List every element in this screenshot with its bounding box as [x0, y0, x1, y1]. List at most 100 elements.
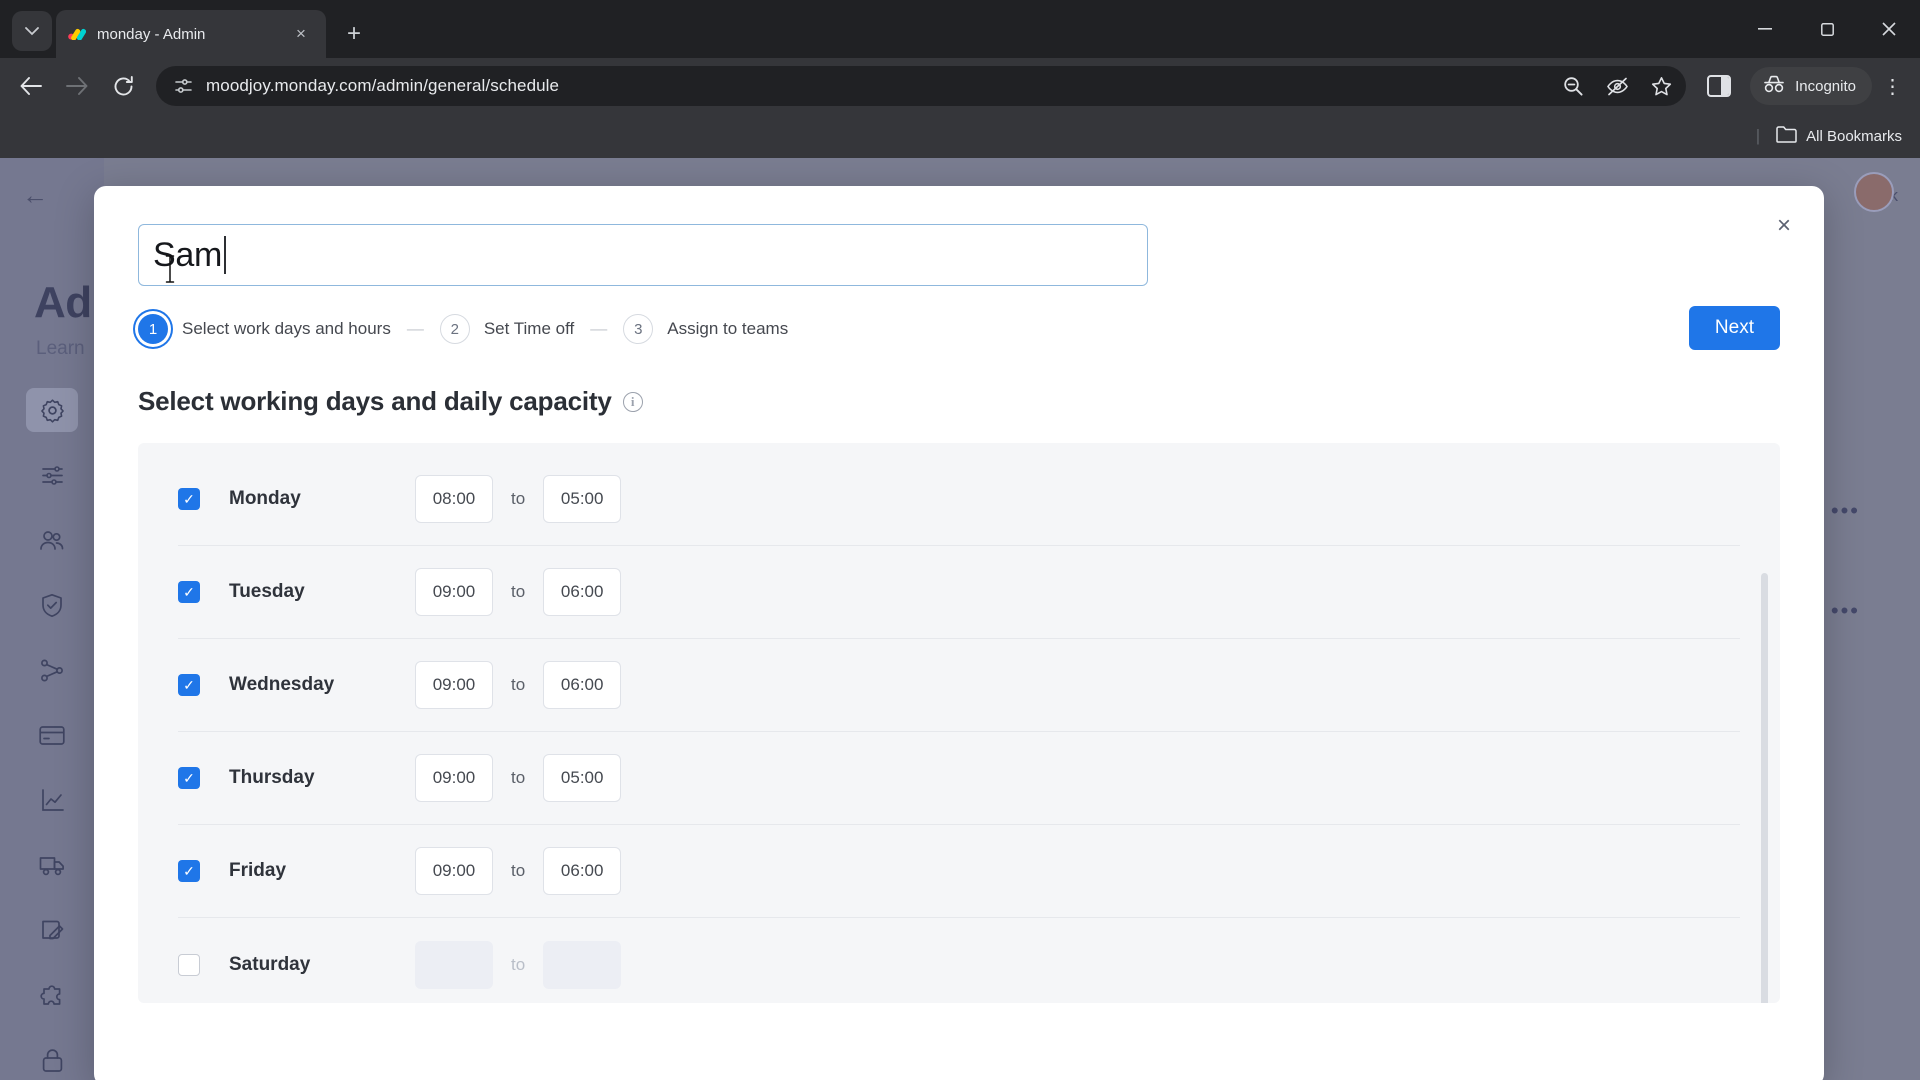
start-time-input[interactable]: 09:00	[415, 754, 493, 802]
step-label: Select work days and hours	[182, 319, 391, 338]
row-menu-icon[interactable]: •••	[1831, 498, 1860, 524]
step-label: Assign to teams	[667, 319, 789, 338]
info-icon[interactable]: i	[622, 391, 643, 412]
avatar[interactable]	[1854, 172, 1894, 212]
row-menu-icon[interactable]: •••	[1831, 598, 1860, 624]
incognito-icon	[1762, 75, 1786, 97]
wizard-step-2[interactable]: 2 Set Time off	[439, 314, 575, 344]
check-icon: ✓	[183, 677, 195, 693]
sidebar-item-lock[interactable]	[26, 1038, 78, 1080]
start-time-input[interactable]: 09:00	[415, 661, 493, 709]
browser-toolbar: moodjoy.monday.com/admin/general/schedul…	[0, 58, 1920, 114]
start-time-input[interactable]	[415, 940, 493, 989]
name-input-value: Sam	[153, 235, 223, 274]
sidebar-item-gear[interactable]	[26, 388, 78, 432]
sidebar-item-share-network[interactable]	[26, 648, 78, 692]
step-divider: —	[406, 319, 424, 338]
day-label: Monday	[229, 488, 301, 509]
sidebar-item-chart[interactable]	[26, 778, 78, 822]
browser-tab[interactable]: monday - Admin ×	[56, 10, 326, 58]
maximize-icon[interactable]	[1796, 0, 1858, 58]
new-tab-button[interactable]: +	[336, 16, 372, 52]
sidebar-item-shield[interactable]	[26, 583, 78, 627]
day-label: Thursday	[229, 767, 315, 788]
wizard-step-1[interactable]: 1 Select work days and hours	[138, 314, 391, 344]
sidebar-item-people[interactable]	[26, 518, 78, 562]
check-icon: ✓	[183, 584, 195, 600]
side-panel-icon[interactable]	[1698, 65, 1740, 107]
sidebar-item-document-edit[interactable]	[26, 908, 78, 952]
schedule-wizard-modal: × Sam 1 Select work days and hours — 2 S…	[94, 186, 1824, 1080]
page-viewport: ← Ad Learn ••• ••• × Sam 1 Select work d…	[0, 158, 1920, 1080]
sidebar-item-credit-card[interactable]	[26, 713, 78, 757]
step-number: 3	[623, 314, 654, 344]
side-panel-glyph	[1707, 75, 1732, 97]
tab-close-icon[interactable]: ×	[288, 21, 314, 47]
text-caret	[224, 236, 227, 274]
forward-button[interactable]	[56, 65, 98, 107]
app-page-title: Ad	[34, 278, 92, 327]
name-input[interactable]: Sam	[138, 224, 1148, 286]
day-checkbox[interactable]: ✓	[178, 674, 200, 696]
wizard-step-3[interactable]: 3 Assign to teams	[623, 314, 788, 344]
day-label: Wednesday	[229, 674, 335, 695]
browser-menu-icon[interactable]: ⋮	[1876, 67, 1910, 105]
window-controls	[1734, 0, 1920, 58]
check-icon: ✓	[183, 770, 195, 786]
folder-icon	[1776, 125, 1797, 147]
reload-button[interactable]	[102, 65, 144, 107]
step-label: Set Time off	[483, 319, 575, 338]
end-time-input[interactable]: 06:00	[543, 661, 622, 709]
back-button[interactable]	[10, 65, 52, 107]
wizard-stepper: 1 Select work days and hours — 2 Set Tim…	[138, 306, 1780, 350]
star-icon[interactable]	[1648, 73, 1674, 99]
end-time-input[interactable]	[543, 940, 622, 989]
tab-search-button[interactable]	[12, 11, 52, 51]
day-checkbox[interactable]: ✓	[178, 581, 200, 603]
section-title: Select working days and daily capacity i	[138, 386, 1780, 417]
start-time-input[interactable]: 09:00	[415, 847, 493, 895]
day-checkbox[interactable]: ✓	[178, 488, 200, 510]
end-time-input[interactable]: 06:00	[543, 847, 622, 895]
incognito-indicator[interactable]: Incognito	[1750, 67, 1872, 105]
close-icon[interactable]: ×	[1766, 208, 1802, 244]
panel-scrollbar[interactable]	[1761, 573, 1768, 1003]
url-text: moodjoy.monday.com/admin/general/schedul…	[206, 76, 560, 95]
sidebar-item-truck[interactable]	[26, 843, 78, 887]
incognito-label: Incognito	[1795, 77, 1856, 95]
eye-off-icon[interactable]	[1604, 73, 1630, 99]
close-window-icon[interactable]	[1858, 0, 1920, 58]
bookmarks-separator: |	[1755, 126, 1761, 145]
monday-logo-icon	[68, 25, 86, 43]
sidebar-item-puzzle[interactable]	[26, 973, 78, 1017]
start-time-input[interactable]: 09:00	[415, 568, 493, 616]
day-row: ✓ Thursday 09:00 to 05:00	[178, 732, 1740, 825]
day-checkbox[interactable]: ✓	[178, 860, 200, 882]
app-back-arrow[interactable]: ←	[22, 180, 48, 211]
end-time-input[interactable]: 05:00	[543, 754, 622, 802]
day-row: ✓ Monday 08:00 to 05:00	[178, 453, 1740, 546]
end-time-input[interactable]: 05:00	[543, 475, 622, 523]
end-time-input[interactable]: 06:00	[543, 568, 622, 616]
to-label: to	[511, 768, 526, 787]
step-number: 1	[138, 314, 168, 344]
minimize-icon[interactable]	[1734, 0, 1796, 58]
day-row: ✓ Friday 09:00 to 06:00	[178, 825, 1740, 918]
address-bar[interactable]: moodjoy.monday.com/admin/general/schedul…	[156, 66, 1687, 106]
tab-title: monday - Admin	[97, 25, 206, 43]
sidebar-item-sliders[interactable]	[26, 453, 78, 497]
day-checkbox[interactable]: ✓	[178, 767, 200, 789]
check-icon: ✓	[183, 491, 195, 507]
day-row: ✓ Tuesday 09:00 to 06:00	[178, 546, 1740, 639]
step-divider: —	[590, 319, 608, 338]
all-bookmarks-label: All Bookmarks	[1806, 127, 1902, 145]
day-label: Saturday	[229, 953, 311, 975]
day-checkbox[interactable]	[178, 953, 200, 976]
day-label: Tuesday	[229, 581, 305, 602]
all-bookmarks-button[interactable]: All Bookmarks	[1776, 125, 1902, 147]
page-settings-icon[interactable]	[170, 73, 196, 99]
start-time-input[interactable]: 08:00	[415, 475, 493, 523]
sidebar-icon-list	[0, 388, 104, 1080]
zoom-out-icon[interactable]	[1560, 73, 1586, 99]
next-button[interactable]: Next	[1688, 306, 1780, 350]
